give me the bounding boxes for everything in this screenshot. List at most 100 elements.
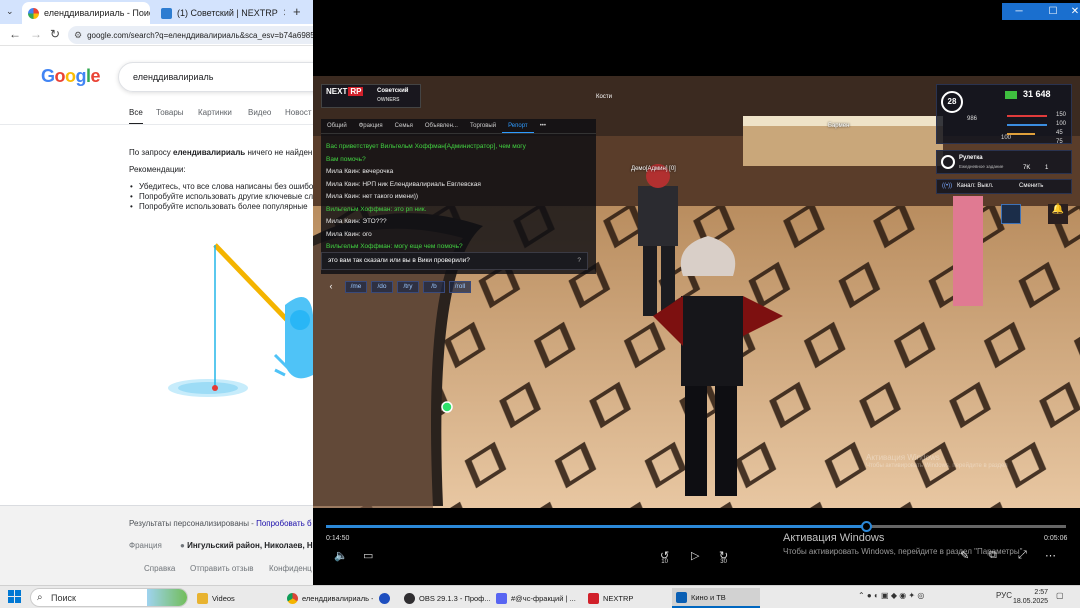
seek-progress [326, 525, 867, 528]
chat-message: Мила Квин: ого [326, 230, 372, 238]
clock-date: 18.05.2025 [1013, 598, 1049, 605]
total-time: 0:05:06 [1044, 535, 1068, 542]
address-bar[interactable]: ⚙ google.com/search?q=еленддивалириаль&s… [68, 26, 328, 44]
maximize-button[interactable]: ☐ [1036, 3, 1070, 20]
chat-tabs: Общий Фракция Семья Объявлен... Торговый… [321, 119, 596, 134]
cmd-do-button[interactable]: /do [371, 281, 393, 293]
recommendation-item: Попробуйте использовать другие ключевые … [130, 192, 313, 202]
roulette-title: Рулетка [959, 155, 983, 161]
volume-icon[interactable]: 🔈 [334, 549, 348, 562]
discord-icon [496, 592, 507, 604]
notifications-icon[interactable]: 🔔 [1048, 204, 1068, 224]
counter-7k: 7K [1023, 165, 1031, 171]
footer-country: Франция [129, 541, 162, 550]
site-info-icon[interactable]: ⚙ [74, 30, 82, 41]
recommendations-label: Рекомендации: [129, 165, 186, 174]
money-icon [1005, 91, 1017, 99]
tab-search-icon[interactable]: ⌄ [6, 6, 14, 17]
chat-tab-trade[interactable]: Торговый [464, 119, 502, 133]
chat-tab-report[interactable]: Репорт [502, 119, 534, 133]
chat-input-text: это вам так сказали или вы в Вики провер… [328, 257, 470, 264]
reload-icon[interactable]: ↻ [50, 27, 60, 41]
language-indicator[interactable]: РУС [996, 591, 1012, 600]
health-value: 150 [1056, 112, 1067, 118]
seek-thumb[interactable] [861, 521, 873, 532]
cmd-roll-button[interactable]: /roll [449, 281, 471, 293]
try-without-link[interactable]: Попробовать б [256, 519, 312, 528]
search-tab-all[interactable]: Все [129, 108, 143, 125]
cmd-b-button[interactable]: /b [423, 281, 445, 293]
change-channel[interactable]: Сменить [1019, 183, 1043, 189]
notification-center-icon[interactable]: ▢ [1056, 591, 1064, 600]
help-icon[interactable]: ? [577, 257, 581, 264]
play-button[interactable]: ▷ [691, 549, 699, 562]
fullscreen-icon[interactable]: ⤢ [1018, 549, 1027, 562]
tab-nextrp[interactable]: (1) Советский | NEXTRP ✕ [155, 2, 285, 24]
chat-message: Мила Квин: нет такого имени)) [326, 193, 419, 200]
search-tab-news[interactable]: Новост [285, 108, 312, 117]
taskbar-discord[interactable]: #@чс-фракций | ... [492, 588, 582, 608]
taskbar-movies-tv[interactable]: Кино и ТВ [672, 588, 760, 608]
search-tab-shopping[interactable]: Товары [156, 108, 184, 117]
footer-location[interactable]: ● Ингульский район, Николаев, Н [180, 541, 313, 550]
tray-icons[interactable]: ⌃ ● ◐ ▣ ◆ ◉ ✦ ◎ [858, 591, 924, 600]
taskbar-search-label: Поиск [51, 593, 76, 603]
search-tab-images[interactable]: Картинки [198, 108, 232, 117]
more-options-icon[interactable]: ⋯ [1045, 549, 1056, 562]
chat-tab-family[interactable]: Семья [389, 119, 419, 133]
map-icon[interactable] [1001, 204, 1021, 224]
clock-time: 2:57 [1034, 589, 1049, 596]
google-logo[interactable]: Google [41, 66, 101, 87]
video-frame[interactable]: NEXT RP Советский OWNERS Общий Фракция Се… [313, 76, 1080, 508]
taskbar-app[interactable] [375, 588, 397, 608]
close-button[interactable]: ✕ [1070, 3, 1080, 20]
subtitles-icon[interactable]: ▭ [363, 549, 373, 562]
chat-message: Вам помочь? [326, 155, 366, 163]
clock[interactable]: 2:57 18.05.2025 [1013, 588, 1048, 606]
chat-tab-faction[interactable]: Фракция [353, 119, 389, 133]
start-button[interactable] [8, 590, 22, 604]
counter-1: 1 [1045, 165, 1049, 171]
chat-tab-general[interactable]: Общий [321, 119, 353, 133]
hunger-value: 45 [1056, 130, 1063, 136]
voice-channel-panel[interactable]: ((•)) Канал: Выкл. Сменить [936, 179, 1072, 194]
chat-prev-icon[interactable]: ‹ [321, 281, 341, 293]
footer-help-link[interactable]: Справка [144, 564, 175, 573]
search-tab-videos[interactable]: Видео [248, 108, 271, 117]
taskbar-videos[interactable]: Videos [193, 588, 281, 608]
new-tab-button[interactable]: + [293, 4, 301, 19]
chat-input[interactable]: это вам так сказали или вы в Вики провер… [321, 252, 588, 270]
tab-google-search[interactable]: еленддивалириаль - Поиск в G ✕ [22, 2, 150, 24]
close-tab-icon[interactable]: ✕ [283, 8, 285, 19]
armor-value: 100 [1056, 121, 1067, 127]
skip-back-button[interactable]: ↺ 10 [660, 549, 669, 565]
chat-message: Вильгельм Хоффман: могу еще чем помочь? [326, 243, 463, 250]
skip-forward-button[interactable]: ↻ 30 [719, 549, 728, 565]
chat-message: Мила Квин: вечерочка [326, 168, 394, 175]
minimize-button[interactable]: ─ [1002, 3, 1036, 20]
chat-more-icon[interactable]: ••• [534, 119, 552, 133]
level-badge: 28 [941, 91, 963, 113]
roulette-subtitle: Ежедневное задание [959, 164, 1004, 169]
seek-bar[interactable] [326, 521, 1066, 532]
footer-privacy-link[interactable]: Конфиденц [269, 564, 312, 573]
footer-feedback-link[interactable]: Отправить отзыв [190, 564, 254, 573]
roulette-panel[interactable]: Рулетка Ежедневное задание 7K 1 [936, 150, 1072, 174]
skip-back-label: 10 [661, 559, 668, 565]
game-watermark-line2: Чтобы активировать Windows, перейдите в … [866, 463, 1008, 469]
forward-arrow-icon[interactable]: → [30, 27, 42, 41]
chat-tab-ads[interactable]: Объявлен... [419, 119, 464, 133]
taskbar-nextrp[interactable]: NEXTRP [584, 588, 670, 608]
taskbar-obs[interactable]: OBS 29.1.3 - Проф... [400, 588, 490, 608]
desktop: ⌄ еленддивалириаль - Поиск в G ✕ (1) Сов… [0, 0, 1080, 608]
taskbar-search[interactable]: ⌕ Поиск [30, 588, 188, 607]
back-arrow-icon[interactable]: ← [9, 27, 21, 41]
taskbar-chrome[interactable]: еленддивалириаль -... [283, 588, 373, 608]
mini-view-icon[interactable]: ⧉ [989, 549, 997, 562]
stat-100: 100 [1001, 135, 1012, 141]
activation-title: Активация Windows [783, 532, 885, 544]
game-watermark-line1: Активация Windows [866, 453, 940, 462]
edit-icon[interactable]: ✎ [960, 549, 969, 562]
cmd-try-button[interactable]: /try [397, 281, 419, 293]
cmd-me-button[interactable]: /me [345, 281, 367, 293]
